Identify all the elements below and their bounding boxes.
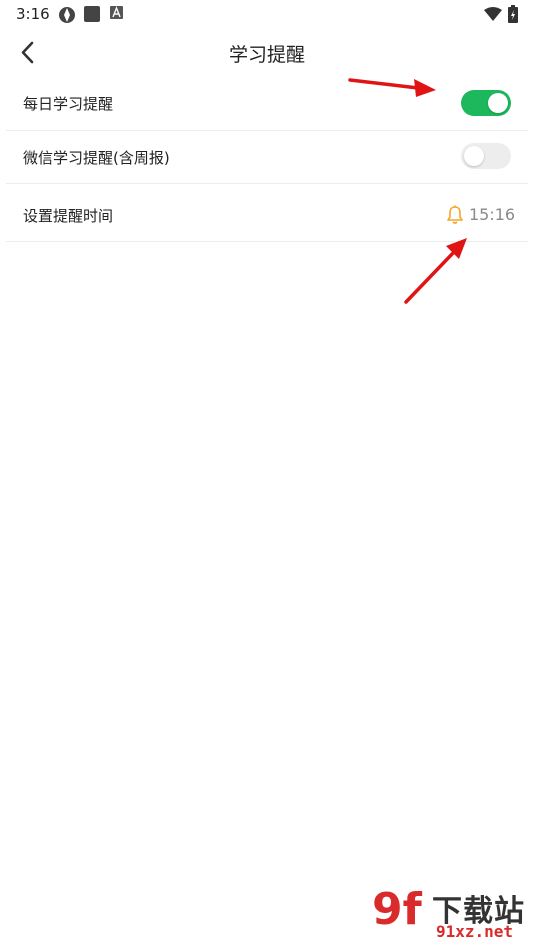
toggle-knob <box>488 93 508 113</box>
watermark: 9f 下载站 91xz.net <box>364 880 534 950</box>
watermark-logo: 9f <box>372 884 422 935</box>
wifi-icon <box>484 7 502 21</box>
daily-reminder-toggle[interactable] <box>461 90 511 116</box>
wechat-reminder-label: 微信学习提醒(含周报) <box>23 149 170 167</box>
header: 学习提醒 <box>0 28 534 76</box>
wechat-reminder-toggle[interactable] <box>461 143 511 169</box>
a-app-icon <box>110 6 123 19</box>
daily-reminder-row: 每日学习提醒 <box>6 76 528 131</box>
status-bar: 3:16 <box>0 0 534 28</box>
app-notification-icon <box>59 7 75 23</box>
annotation-arrow-lower <box>404 238 467 304</box>
reminder-time-row[interactable]: 设置提醒时间 15:16 <box>6 184 528 242</box>
status-time: 3:16 <box>16 5 50 23</box>
page-title: 学习提醒 <box>228 44 305 66</box>
bell-icon <box>447 205 463 224</box>
toggle-knob <box>464 146 484 166</box>
wechat-reminder-row: 微信学习提醒(含周报) <box>6 131 528 184</box>
daily-reminder-label: 每日学习提醒 <box>23 95 114 113</box>
square-app-icon <box>84 6 100 22</box>
battery-charging-icon <box>508 5 518 23</box>
reminder-time-value: 15:16 <box>469 205 516 224</box>
reminder-time-label: 设置提醒时间 <box>23 207 114 225</box>
watermark-url: 91xz.net <box>436 922 514 941</box>
